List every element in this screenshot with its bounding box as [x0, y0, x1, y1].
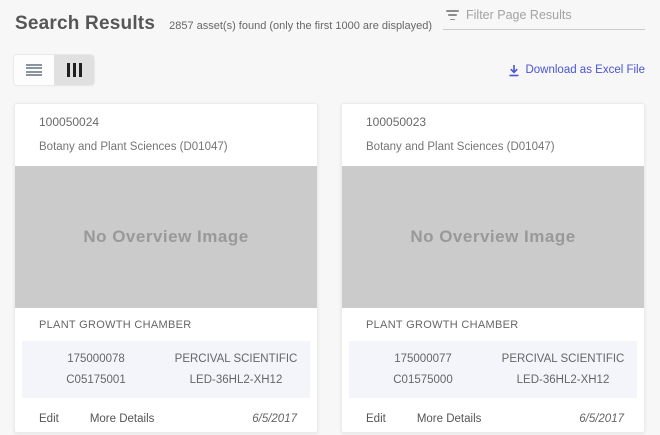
asset-category: PLANT GROWTH CHAMBER [15, 308, 317, 341]
card-footer: Edit More Details 6/5/2017 [342, 398, 644, 425]
toolbar: Download as Excel File [0, 35, 660, 85]
manufacturer: PERCIVAL SCIENTIFIC [166, 349, 306, 370]
search-results-grid: 100050024 Botany and Plant Sciences (D01… [0, 85, 660, 433]
no-image-text: No Overview Image [410, 227, 575, 247]
model: LED-36HL2-XH12 [493, 370, 633, 391]
asset-specs-strip: 175000077 C01575000 PERCIVAL SCIENTIFIC … [349, 341, 637, 398]
column-view-button[interactable] [54, 55, 94, 85]
asset-card: 100050023 Botany and Plant Sciences (D01… [341, 103, 645, 433]
asset-ids-column: 175000077 C01575000 [353, 349, 493, 390]
asset-id: 175000077 [353, 349, 493, 370]
view-toggle [14, 55, 94, 85]
asset-number: 100050024 [39, 115, 293, 129]
no-image-text: No Overview Image [83, 227, 248, 247]
edit-button[interactable]: Edit [366, 413, 386, 425]
columns-view-icon [67, 63, 82, 77]
serial-number: C05175001 [26, 370, 166, 391]
department-label: Botany and Plant Sciences (D01047) [39, 141, 293, 153]
model: LED-36HL2-XH12 [166, 370, 306, 391]
download-excel-link[interactable]: Download as Excel File [508, 64, 645, 77]
more-details-button[interactable]: More Details [90, 413, 155, 425]
download-icon [508, 64, 520, 77]
result-summary: 2857 asset(s) found (only the first 1000… [169, 20, 432, 32]
filter-input[interactable] [466, 8, 645, 22]
more-details-button[interactable]: More Details [417, 413, 482, 425]
page-title: Search Results [15, 13, 155, 35]
edit-button[interactable]: Edit [39, 413, 59, 425]
asset-number: 100050023 [366, 115, 620, 129]
asset-ids-column: 175000078 C05175001 [26, 349, 166, 390]
asset-date: 6/5/2017 [252, 413, 297, 425]
asset-id: 175000078 [26, 349, 166, 370]
card-header: 100050023 Botany and Plant Sciences (D01… [342, 104, 644, 166]
card-footer: Edit More Details 6/5/2017 [15, 398, 317, 425]
asset-make-column: PERCIVAL SCIENTIFIC LED-36HL2-XH12 [166, 349, 306, 390]
asset-card: 100050024 Botany and Plant Sciences (D01… [14, 103, 318, 433]
asset-date: 6/5/2017 [579, 413, 624, 425]
filter-page-results-field [443, 8, 645, 30]
overview-image-placeholder: No Overview Image [342, 166, 644, 308]
department-label: Botany and Plant Sciences (D01047) [366, 141, 620, 153]
download-excel-label: Download as Excel File [525, 64, 645, 76]
overview-image-placeholder: No Overview Image [15, 166, 317, 308]
filter-icon [446, 10, 459, 20]
manufacturer: PERCIVAL SCIENTIFIC [493, 349, 633, 370]
list-view-icon [26, 64, 42, 77]
serial-number: C01575000 [353, 370, 493, 391]
asset-make-column: PERCIVAL SCIENTIFIC LED-36HL2-XH12 [493, 349, 633, 390]
asset-specs-strip: 175000078 C05175001 PERCIVAL SCIENTIFIC … [22, 341, 310, 398]
list-view-button[interactable] [14, 55, 54, 85]
card-header: 100050024 Botany and Plant Sciences (D01… [15, 104, 317, 166]
asset-category: PLANT GROWTH CHAMBER [342, 308, 644, 341]
